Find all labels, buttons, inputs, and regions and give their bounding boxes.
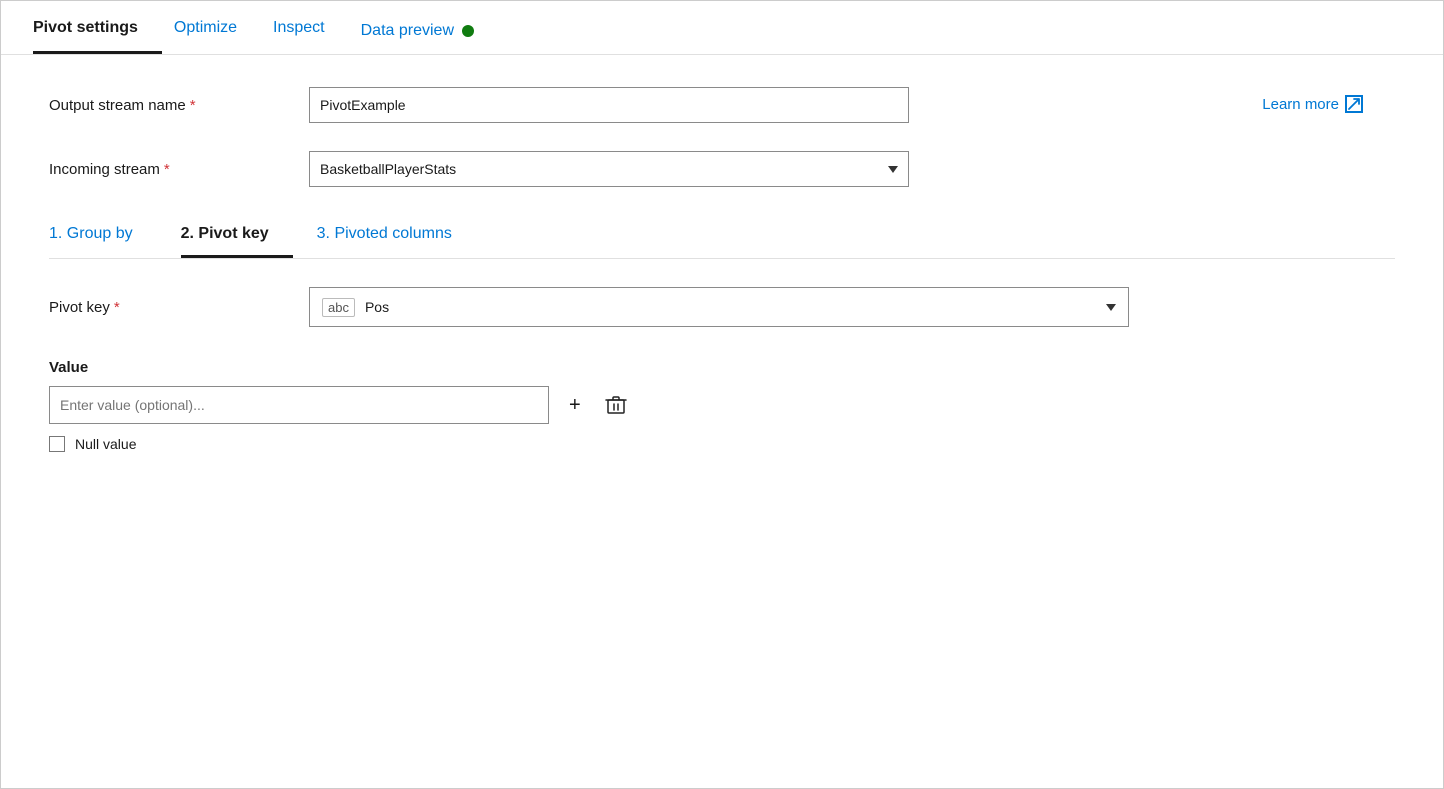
- sub-tab-bar: 1. Group by 2. Pivot key 3. Pivoted colu…: [49, 215, 1395, 259]
- pivot-key-type-badge: abc: [322, 298, 355, 317]
- pivot-key-label: Pivot key *: [49, 299, 309, 316]
- required-star-stream: *: [164, 161, 170, 178]
- incoming-stream-select[interactable]: BasketballPlayerStats: [309, 151, 909, 187]
- incoming-stream-label: Incoming stream *: [49, 161, 309, 178]
- tab-inspect[interactable]: Inspect: [273, 1, 349, 54]
- required-star-output: *: [190, 97, 196, 114]
- tab-data-preview[interactable]: Data preview: [361, 4, 474, 54]
- tab-optimize[interactable]: Optimize: [174, 1, 261, 54]
- null-value-checkbox[interactable]: [49, 436, 65, 452]
- tab-pivot-settings[interactable]: Pivot settings: [33, 1, 162, 54]
- add-value-button[interactable]: +: [565, 392, 585, 419]
- external-link-icon: [1345, 95, 1363, 113]
- null-value-row: Null value: [49, 436, 1395, 452]
- output-stream-name-input[interactable]: [309, 87, 909, 123]
- required-star-pivot: *: [114, 299, 120, 316]
- output-stream-name-label: Output stream name *: [49, 97, 309, 114]
- data-preview-status-dot: [462, 25, 474, 37]
- delete-value-button[interactable]: [601, 392, 631, 418]
- trash-icon: [605, 394, 627, 416]
- pivot-key-value: Pos: [365, 299, 389, 315]
- sub-tab-group-by[interactable]: 1. Group by: [49, 215, 157, 258]
- pivot-key-row: Pivot key * abc Pos: [49, 287, 1395, 327]
- value-input[interactable]: [49, 386, 549, 424]
- sub-tab-pivoted-columns[interactable]: 3. Pivoted columns: [317, 215, 476, 258]
- value-section: Value + Null value: [49, 359, 1395, 452]
- top-tab-bar: Pivot settings Optimize Inspect Data pre…: [1, 1, 1443, 55]
- pivot-key-select[interactable]: abc Pos: [309, 287, 1129, 327]
- sub-tab-pivot-key[interactable]: 2. Pivot key: [181, 215, 293, 258]
- value-section-label: Value: [49, 359, 1395, 376]
- learn-more-link[interactable]: Learn more: [1262, 95, 1363, 113]
- incoming-stream-chevron-icon: [888, 166, 898, 173]
- output-stream-name-row: Output stream name *: [49, 87, 1395, 123]
- incoming-stream-row: Incoming stream * BasketballPlayerStats: [49, 151, 1395, 187]
- main-content: Learn more Output stream name * Incoming…: [1, 55, 1443, 484]
- value-row: +: [49, 386, 1395, 424]
- pivot-key-select-left: abc Pos: [322, 298, 389, 317]
- pivot-key-chevron-icon: [1106, 304, 1116, 311]
- null-value-label: Null value: [75, 436, 136, 452]
